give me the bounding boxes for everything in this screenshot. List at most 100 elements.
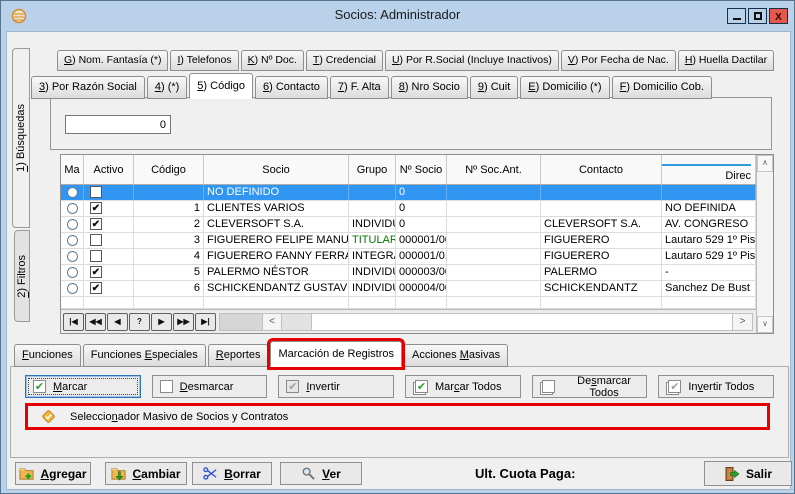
- row-marker-radio[interactable]: [67, 251, 78, 262]
- row-marker-radio[interactable]: [67, 203, 78, 214]
- table-row[interactable]: 1 CLIENTES VARIOS 0 NO DEFINIDA: [61, 201, 756, 217]
- tab-acciones-masivas[interactable]: Acciones Masivas: [404, 344, 508, 367]
- table-row[interactable]: NO DEFINIDO 0: [61, 185, 756, 201]
- row-marker-radio[interactable]: [67, 267, 78, 278]
- cell-direccion: Lautaro 529 1º Pis: [662, 233, 756, 248]
- close-button[interactable]: [769, 8, 788, 24]
- tab-por-fecha-nac[interactable]: V) Por Fecha de Nac.: [561, 50, 676, 71]
- tab-huella-dactilar[interactable]: H) Huella Dactilar: [678, 50, 774, 71]
- ver-button[interactable]: Ver: [280, 462, 362, 485]
- nav-next-page-button[interactable]: ▶▶: [173, 313, 194, 331]
- cell-codigo: 6: [134, 281, 204, 296]
- column-header[interactable]: Ma: [61, 155, 84, 184]
- horizontal-scrollbar[interactable]: < >: [219, 313, 753, 331]
- invertir-todos-button[interactable]: Invertir Todos: [658, 375, 774, 398]
- tab-por-razon-social[interactable]: 3) Por Razón Social: [31, 76, 145, 99]
- invertir-button[interactable]: Invertir: [278, 375, 394, 398]
- tab-por-rsocial-inactivos[interactable]: U) Por R.Social (Incluye Inactivos): [385, 50, 559, 71]
- salir-button[interactable]: Salir: [704, 461, 792, 486]
- tab-domicilio[interactable]: E) Domicilio (*): [520, 76, 609, 99]
- hscroll-track[interactable]: [312, 314, 732, 330]
- column-header[interactable]: Socio: [204, 155, 349, 184]
- search-tab-label: 3) Por Razón Social: [39, 81, 137, 93]
- tab-funciones[interactable]: Funciones: [14, 344, 81, 367]
- cambiar-button[interactable]: Cambiar: [105, 462, 187, 485]
- borrar-button[interactable]: Borrar: [192, 462, 272, 485]
- tab-asterisco[interactable]: 4) (*): [147, 76, 187, 99]
- maximize-button[interactable]: [748, 8, 767, 24]
- grid-footer: |◀◀◀◀?▶▶▶▶| < >: [61, 309, 756, 333]
- column-header[interactable]: Grupo: [349, 155, 396, 184]
- tab-marcacion-de-registros[interactable]: Marcación de Registros: [270, 341, 402, 367]
- activo-checkbox[interactable]: [90, 218, 102, 230]
- minimize-button[interactable]: [727, 8, 746, 24]
- tab-f-alta[interactable]: 7) F. Alta: [330, 76, 389, 99]
- vertical-scrollbar[interactable]: ∧ ∨: [756, 155, 773, 333]
- activo-checkbox[interactable]: [90, 282, 102, 294]
- seleccionador-masivo-item[interactable]: Seleccionador Masivo de Socios y Contrat…: [28, 406, 767, 427]
- tab-nom-fantasia[interactable]: G) Nom. Fantasía (*): [57, 50, 168, 71]
- tab-credencial[interactable]: T) Credencial: [306, 50, 383, 71]
- table-row[interactable]: 4 FIGUERERO FANNY FERRA INTEGRANT 000001…: [61, 249, 756, 265]
- column-header[interactable]: Nº Socio: [396, 155, 447, 184]
- column-header[interactable]: Código: [134, 155, 204, 184]
- search-tab-label: E) Domicilio (*): [528, 81, 601, 93]
- tab-contacto[interactable]: 6) Contacto: [255, 76, 328, 99]
- mark-buttons-row: Marcar Desmarcar Invertir Marcar Todos D…: [25, 375, 774, 398]
- diamond-check-icon: [41, 409, 56, 424]
- column-header[interactable]: Nº Soc.Ant.: [447, 155, 541, 184]
- codigo-search-input[interactable]: [65, 115, 171, 134]
- desmarcar-todos-button[interactable]: Desmarcar Todos: [532, 375, 648, 398]
- window-titlebar[interactable]: Socios: Administrador: [1, 1, 794, 31]
- row-marker-radio[interactable]: [67, 187, 78, 198]
- cell-nro-soc-ant: [447, 281, 541, 296]
- activo-checkbox[interactable]: [90, 234, 102, 246]
- nav-last-button[interactable]: ▶|: [195, 313, 216, 331]
- activo-checkbox[interactable]: [90, 266, 102, 278]
- nav-locate-button[interactable]: ?: [129, 313, 150, 331]
- column-header[interactable]: Contacto: [541, 155, 662, 184]
- side-tab-busquedas[interactable]: 1) Búsquedas: [12, 48, 30, 228]
- ult-cuota-paga-label: Ult. Cuota Paga:: [475, 466, 575, 481]
- marcar-todos-button[interactable]: Marcar Todos: [405, 375, 521, 398]
- agregar-button[interactable]: Agregar: [15, 462, 91, 485]
- column-header[interactable]: Direc: [662, 155, 756, 184]
- tab-domicilio-cob[interactable]: F) Domicilio Cob.: [612, 76, 712, 99]
- marcar-button[interactable]: Marcar: [25, 375, 141, 398]
- activo-checkbox[interactable]: [90, 250, 102, 262]
- cell-socio: SCHICKENDANTZ GUSTAV: [204, 281, 349, 296]
- nav-first-button[interactable]: |◀: [63, 313, 84, 331]
- scroll-left-button[interactable]: <: [262, 314, 282, 330]
- scroll-right-button[interactable]: >: [732, 314, 752, 330]
- row-marker-radio[interactable]: [67, 235, 78, 246]
- tab-nro-socio[interactable]: 8) Nro Socio: [391, 76, 468, 99]
- tab-reportes[interactable]: Reportes: [208, 344, 269, 367]
- row-marker-radio[interactable]: [67, 219, 78, 230]
- tab-cuit[interactable]: 9) Cuit: [470, 76, 518, 99]
- hscroll-thumb[interactable]: [282, 314, 312, 330]
- nav-button-icon: ◀: [114, 317, 120, 326]
- nav-next-button[interactable]: ▶: [151, 313, 172, 331]
- tab-codigo[interactable]: 5) Código: [189, 73, 253, 99]
- column-header[interactable]: Activo: [84, 155, 134, 184]
- bottom-tab-label: Funciones: [22, 349, 73, 361]
- nav-prev-page-button[interactable]: ◀◀: [85, 313, 106, 331]
- table-row[interactable]: 3 FIGUERERO FELIPE MANUE TITULAR (0) 000…: [61, 233, 756, 249]
- checkbox-icon: [668, 380, 681, 393]
- search-tab-label: I) Telefonos: [177, 54, 231, 66]
- row-marker-radio[interactable]: [67, 283, 78, 294]
- activo-checkbox[interactable]: [90, 186, 102, 198]
- tab-telefonos[interactable]: I) Telefonos: [170, 50, 238, 71]
- tab-funciones-especiales[interactable]: Funciones Especiales: [83, 344, 206, 367]
- nav-prev-button[interactable]: ◀: [107, 313, 128, 331]
- side-tab-filtros[interactable]: 2) Filtros: [14, 230, 30, 322]
- scroll-down-button[interactable]: ∨: [757, 316, 773, 333]
- desmarcar-button[interactable]: Desmarcar: [152, 375, 268, 398]
- table-row[interactable]: 5 PALERMO NÉSTOR INDIVIDUAL 000003/00 PA…: [61, 265, 756, 281]
- activo-checkbox[interactable]: [90, 202, 102, 214]
- table-row[interactable]: 2 CLEVERSOFT S.A. INDIVIDUAL 0 CLEVERSOF…: [61, 217, 756, 233]
- scroll-up-button[interactable]: ∧: [757, 155, 773, 172]
- table-row[interactable]: 6 SCHICKENDANTZ GUSTAV INDIVIDUAL 000004…: [61, 281, 756, 297]
- cell-direccion: [662, 185, 756, 200]
- tab-nro-doc[interactable]: K) Nº Doc.: [241, 50, 304, 71]
